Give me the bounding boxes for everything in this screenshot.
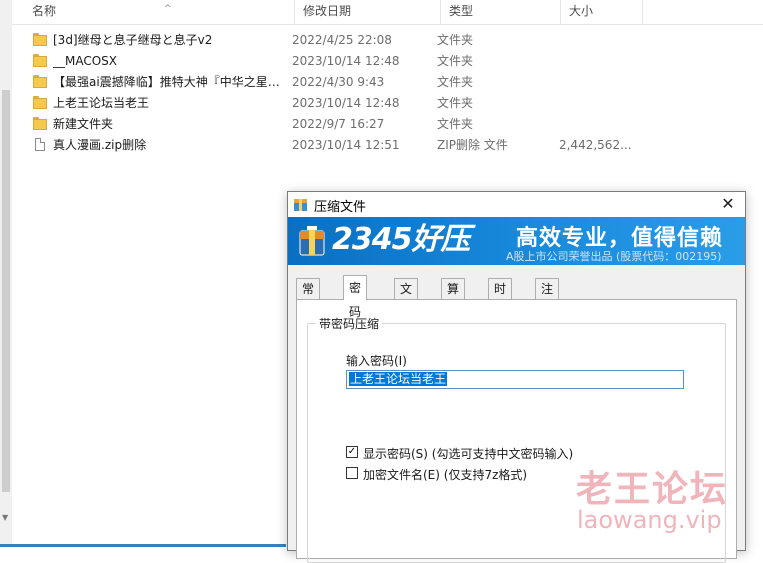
folder-icon xyxy=(33,96,47,109)
password-label: 输入密码(I) xyxy=(346,354,407,368)
file-name: 新建文件夹 xyxy=(53,117,114,131)
folder-icon xyxy=(33,75,47,88)
file-name: 上老王论坛当老王 xyxy=(53,96,150,110)
tab-password-label: 密码 xyxy=(349,281,362,319)
column-type-label: 类型 xyxy=(449,4,474,18)
watermark-chinese: 老王论坛 xyxy=(576,469,729,510)
archive-app-icon xyxy=(294,199,307,211)
close-button[interactable]: ✕ xyxy=(711,192,745,217)
file-size: 2,442,562... xyxy=(559,138,631,152)
file-date: 2022/4/30 9:43 xyxy=(292,75,385,89)
file-name: [3d]继母と息子继母と息子v2 xyxy=(53,33,213,47)
file-row[interactable]: [3d]继母と息子继母と息子v2 2022/4/25 22:08 文件夹 xyxy=(12,30,632,51)
file-type: 文件夹 xyxy=(437,54,474,68)
brand-subtitle: A股上市公司荣誉出品 (股票代码：002195) xyxy=(506,250,722,263)
dialog-titlebar[interactable]: 压缩文件 ✕ xyxy=(288,192,745,217)
column-date-modified[interactable]: 修改日期 xyxy=(295,0,441,24)
file-type: ZIP删除 文件 xyxy=(437,138,508,152)
folder-icon xyxy=(33,54,47,67)
show-password-label: 显示密码(S) (勾选可支持中文密码输入) xyxy=(363,447,574,461)
watermark-url: laowang.vip xyxy=(577,506,722,534)
column-size[interactable]: 大小 xyxy=(561,0,643,24)
tab-comment[interactable]: 注释 xyxy=(535,278,560,316)
checkbox-checked-icon[interactable]: ✓ xyxy=(346,446,358,458)
file-name: 真人漫画.zip删除 xyxy=(53,138,147,152)
tab-files[interactable]: 文件 xyxy=(394,278,419,316)
file-name: __MACOSX xyxy=(53,54,118,68)
document-icon xyxy=(35,138,45,151)
tab-time[interactable]: 时间 xyxy=(488,278,513,316)
checkbox-unchecked-icon[interactable] xyxy=(346,467,358,479)
file-date: 2023/10/14 12:48 xyxy=(292,54,400,68)
file-date: 2023/10/14 12:51 xyxy=(292,138,400,152)
file-row[interactable]: 上老王论坛当老王 2023/10/14 12:48 文件夹 xyxy=(12,93,632,114)
password-input[interactable]: 上老王论坛当老王 xyxy=(346,370,684,389)
scrollbar-thumb[interactable] xyxy=(2,90,10,492)
file-row[interactable]: __MACOSX 2023/10/14 12:48 文件夹 xyxy=(12,51,632,72)
file-row[interactable]: 真人漫画.zip删除 2023/10/14 12:51 ZIP删除 文件 2,442,… xyxy=(12,135,632,156)
column-header-row: 名称 ^ 修改日期 类型 大小 xyxy=(12,0,763,25)
column-size-label: 大小 xyxy=(569,4,594,18)
file-type: 文件夹 xyxy=(437,117,474,131)
dialog-title: 压缩文件 xyxy=(314,200,367,215)
file-name: 【最强ai震撼降临】推特大神『中华之星… xyxy=(53,75,280,89)
haozip-logo-icon xyxy=(299,226,325,256)
folder-icon xyxy=(33,117,47,130)
tab-general[interactable]: 常规 xyxy=(296,278,321,316)
password-value: 上老王论坛当老王 xyxy=(349,372,448,386)
column-name[interactable]: 名称 ^ xyxy=(24,0,295,24)
encrypt-filenames-label: 加密文件名(E) (仅支持7z格式) xyxy=(363,468,528,482)
tab-algorithm[interactable]: 算法 xyxy=(441,278,466,316)
sort-ascending-icon: ^ xyxy=(164,4,172,14)
file-type: 文件夹 xyxy=(437,96,474,110)
file-type: 文件夹 xyxy=(437,75,474,89)
folder-icon xyxy=(33,33,47,46)
file-date: 2022/4/25 22:08 xyxy=(292,33,392,47)
file-date: 2023/10/14 12:48 xyxy=(292,96,400,110)
file-row[interactable]: 【最强ai震撼降临】推特大神『中华之星… 2022/4/30 9:43 文件夹 xyxy=(12,72,632,93)
close-icon: ✕ xyxy=(721,194,735,213)
file-type: 文件夹 xyxy=(437,33,474,47)
tab-password[interactable]: 密码 xyxy=(343,275,368,319)
scroll-down-arrow-icon[interactable]: ▼ xyxy=(2,513,8,522)
file-date: 2022/9/7 16:27 xyxy=(292,117,385,131)
column-date-label: 修改日期 xyxy=(303,4,352,18)
file-row[interactable]: 新建文件夹 2022/9/7 16:27 文件夹 xyxy=(12,114,632,135)
brand-name: 2345好压 xyxy=(332,222,470,257)
column-type[interactable]: 类型 xyxy=(441,0,561,24)
brand-banner: 2345好压 高效专业，值得信赖 A股上市公司荣誉出品 (股票代码：002195… xyxy=(288,217,745,265)
column-name-label: 名称 xyxy=(32,4,57,18)
vertical-scrollbar[interactable]: ▼ xyxy=(0,0,12,547)
